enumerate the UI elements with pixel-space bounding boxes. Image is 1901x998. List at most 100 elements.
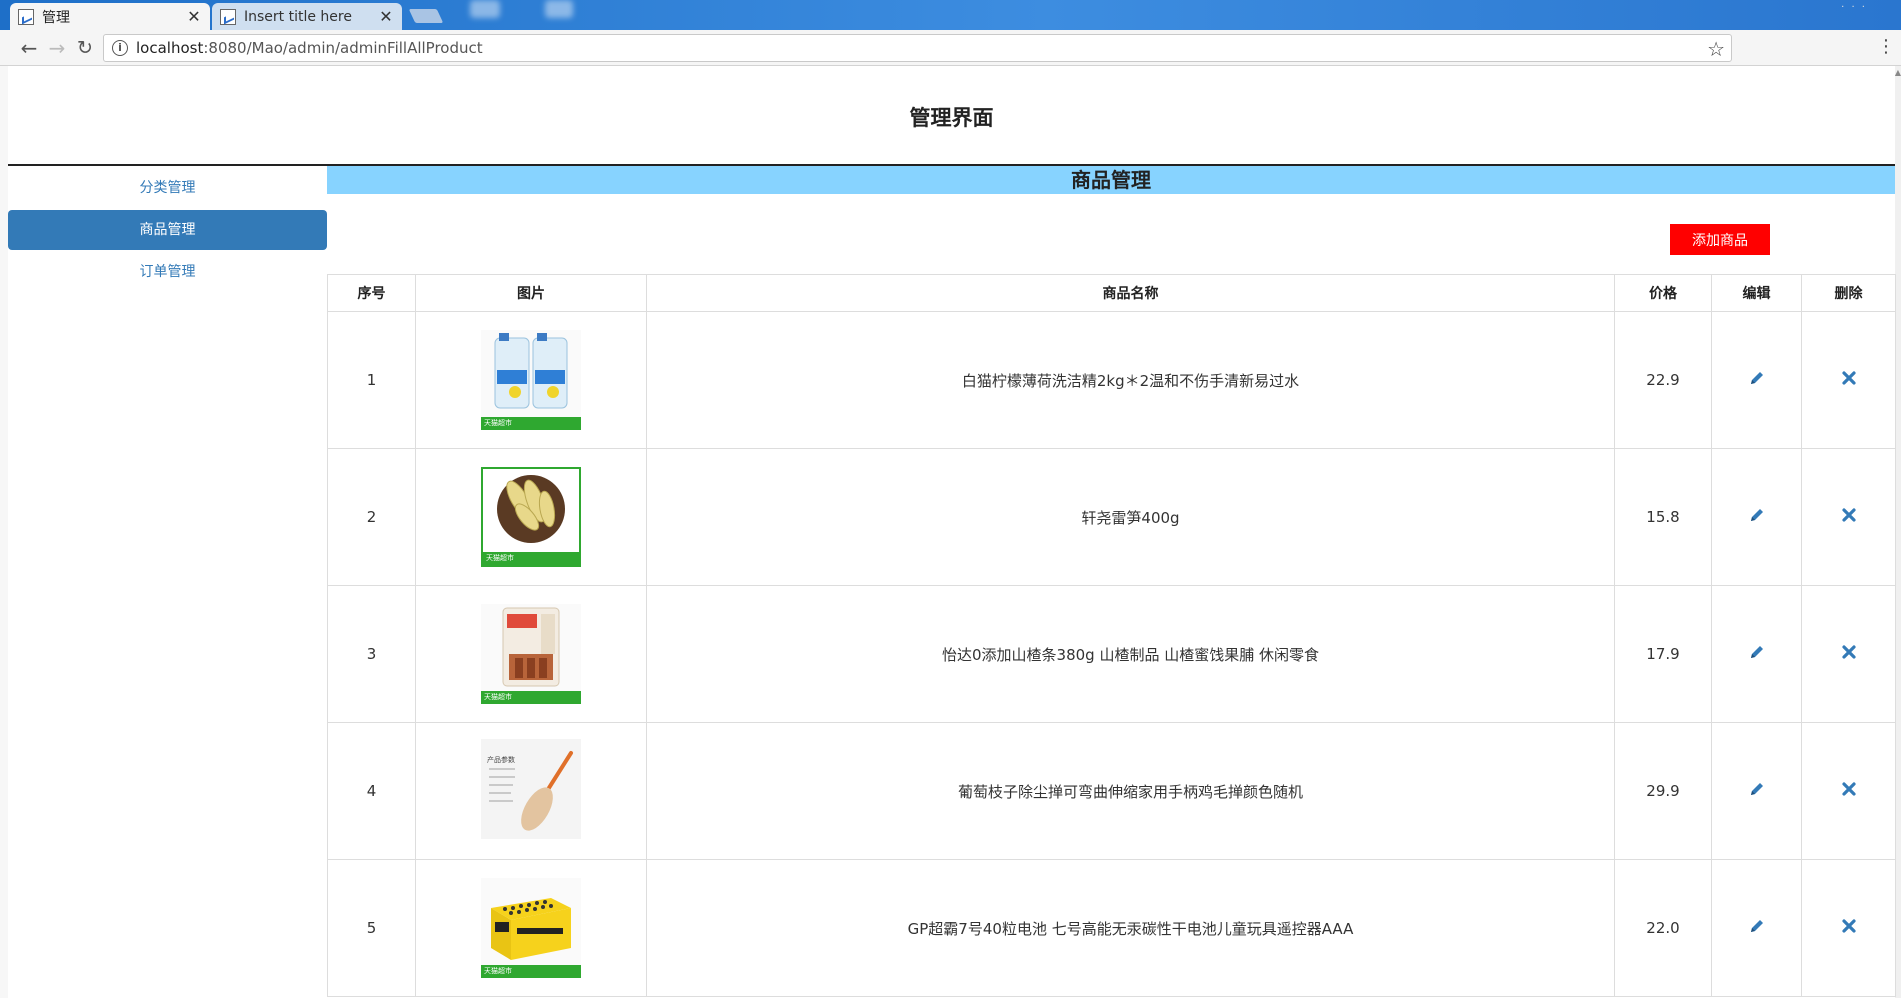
sidebar-item-order[interactable]: 订单管理 — [8, 252, 327, 292]
chart-favicon-icon — [18, 8, 34, 25]
edit-cell — [1711, 585, 1802, 723]
close-tab-icon[interactable]: ✕ — [186, 7, 202, 26]
delete-cell — [1801, 311, 1896, 449]
browser-tab-inactive[interactable]: Insert title here ✕ — [212, 3, 402, 30]
add-product-button[interactable]: 添加商品 — [1670, 224, 1770, 255]
pencil-icon[interactable] — [1749, 644, 1765, 660]
table-row: 5 天猫超市 GP超霸7号40粒电池 七号高能无汞碳性干电池儿童玩具遥控器AAA… — [327, 859, 1896, 997]
new-tab-button[interactable] — [408, 9, 444, 23]
pencil-icon[interactable] — [1749, 781, 1765, 797]
url-text: localhost:8080/Mao/admin/adminFillAllPro… — [136, 39, 483, 57]
product-name: GP超霸7号40粒电池 七号高能无汞碳性干电池儿童玩具遥控器AAA — [646, 859, 1615, 997]
table-header-row: 序号 图片 商品名称 价格 编辑 删除 — [327, 274, 1896, 312]
image-badge: 天猫超市 — [481, 691, 581, 704]
bookmark-star-icon[interactable]: ☆ — [1707, 37, 1725, 61]
delete-cell — [1801, 859, 1896, 997]
browser-tab-bar: 管理 ✕ Insert title here ✕ · · · — [0, 0, 1901, 30]
page-left-margin — [0, 66, 8, 998]
table-row: 1 天猫超市 白猫柠檬薄荷洗洁精2kg＊2温和不伤手清新易过水 22.9 — [327, 311, 1896, 449]
window-controls[interactable]: · · · — [1841, 2, 1867, 13]
browser-tab-active[interactable]: 管理 ✕ — [10, 3, 210, 30]
forward-arrow-icon[interactable]: → — [45, 36, 69, 60]
close-tab-icon[interactable]: ✕ — [378, 7, 394, 26]
product-image: 天猫超市 — [481, 604, 581, 704]
page-content: 管理界面 分类管理 商品管理 订单管理 商品管理 添加商品 序号 图片 商品名称… — [8, 66, 1896, 998]
chart-favicon-icon — [220, 8, 236, 25]
delete-cell — [1801, 722, 1896, 860]
browser-toolbar: ← → ↻ i localhost:8080/Mao/admin/adminFi… — [0, 30, 1901, 66]
product-image: 天猫超市 — [481, 330, 581, 430]
product-name: 轩尧雷笋400g — [646, 448, 1615, 586]
delete-cell — [1801, 448, 1896, 586]
product-price: 22.9 — [1614, 311, 1712, 449]
url-host: localhost — [136, 39, 204, 57]
image-badge: 天猫超市 — [481, 965, 581, 978]
url-path: :8080/Mao/admin/adminFillAllProduct — [203, 39, 483, 57]
delete-x-icon[interactable] — [1841, 919, 1856, 933]
product-price: 17.9 — [1614, 585, 1712, 723]
column-header-id: 序号 — [327, 274, 416, 312]
pencil-icon[interactable] — [1749, 507, 1765, 523]
product-image-cell: 天猫超市 — [415, 859, 647, 997]
product-image: 天猫超市 — [481, 467, 581, 567]
column-header-price: 价格 — [1614, 274, 1712, 312]
image-badge-text: 天猫超市 — [486, 554, 514, 562]
tab-title: 管理 — [42, 9, 70, 26]
edit-cell — [1711, 448, 1802, 586]
sidebar-item-category[interactable]: 分类管理 — [8, 168, 327, 208]
image-badge-text: 天猫超市 — [484, 419, 512, 427]
product-price: 29.9 — [1614, 722, 1712, 860]
product-image-cell: 天猫超市 — [415, 448, 647, 586]
edit-cell — [1711, 859, 1802, 997]
product-name: 白猫柠檬薄荷洗洁精2kg＊2温和不伤手清新易过水 — [646, 311, 1615, 449]
back-arrow-icon[interactable]: ← — [17, 36, 41, 60]
edit-cell — [1711, 722, 1802, 860]
column-header-delete: 删除 — [1801, 274, 1896, 312]
table-row: 4 产品参数 葡萄枝子除尘掸可弯曲伸缩家用手柄鸡毛掸颜色随机 29.9 — [327, 722, 1896, 860]
product-image-cell: 产品参数 — [415, 722, 647, 860]
delete-cell — [1801, 585, 1896, 723]
row-id: 2 — [327, 448, 416, 586]
delete-x-icon[interactable] — [1841, 782, 1856, 796]
row-id: 1 — [327, 311, 416, 449]
product-name: 葡萄枝子除尘掸可弯曲伸缩家用手柄鸡毛掸颜色随机 — [646, 722, 1615, 860]
reload-icon[interactable]: ↻ — [73, 36, 97, 60]
product-name: 怡达0添加山楂条380g 山楂制品 山楂蜜饯果脯 休闲零食 — [646, 585, 1615, 723]
column-header-edit: 编辑 — [1711, 274, 1802, 312]
table-row: 3 天猫超市 怡达0添加山楂条380g 山楂制品 山楂蜜饯果脯 休闲零食 17.… — [327, 585, 1896, 723]
product-price: 22.0 — [1614, 859, 1712, 997]
main-panel: 商品管理 添加商品 序号 图片 商品名称 价格 编辑 删除 1 天猫超市 白猫柠… — [327, 166, 1896, 997]
product-price: 15.8 — [1614, 448, 1712, 586]
delete-x-icon[interactable] — [1841, 645, 1856, 659]
address-bar[interactable]: i localhost:8080/Mao/admin/adminFillAllP… — [103, 34, 1732, 62]
sidebar-item-product[interactable]: 商品管理 — [8, 210, 327, 250]
pencil-icon[interactable] — [1749, 918, 1765, 934]
column-header-name: 商品名称 — [646, 274, 1615, 312]
row-id: 4 — [327, 722, 416, 860]
product-image-cell: 天猫超市 — [415, 585, 647, 723]
page-title: 管理界面 — [909, 106, 994, 130]
tab-title: Insert title here — [244, 8, 352, 25]
info-icon[interactable]: i — [112, 40, 128, 56]
column-header-image: 图片 — [415, 274, 647, 312]
product-table: 序号 图片 商品名称 价格 编辑 删除 1 天猫超市 白猫柠檬薄荷洗洁精2kg＊… — [327, 274, 1896, 997]
product-image: 天猫超市 — [481, 878, 581, 978]
blurred-decoration — [470, 0, 500, 18]
table-row: 2 天猫超市 轩尧雷笋400g 15.8 — [327, 448, 1896, 586]
scroll-up-icon[interactable]: ▲ — [1894, 68, 1901, 77]
delete-x-icon[interactable] — [1841, 508, 1856, 522]
delete-x-icon[interactable] — [1841, 371, 1856, 385]
toolbar-row: 添加商品 — [327, 194, 1895, 274]
edit-cell — [1711, 311, 1802, 449]
blurred-decoration — [545, 0, 573, 18]
section-title: 商品管理 — [327, 166, 1895, 194]
image-badge: 天猫超市 — [481, 417, 581, 430]
product-image: 产品参数 — [481, 739, 581, 839]
image-badge: 天猫超市 — [483, 552, 579, 565]
image-badge-text: 天猫超市 — [484, 967, 512, 975]
row-id: 3 — [327, 585, 416, 723]
pencil-icon[interactable] — [1749, 370, 1765, 386]
browser-menu-icon[interactable]: ⋮ — [1877, 36, 1895, 57]
image-badge-text: 天猫超市 — [484, 693, 512, 701]
row-id: 5 — [327, 859, 416, 997]
